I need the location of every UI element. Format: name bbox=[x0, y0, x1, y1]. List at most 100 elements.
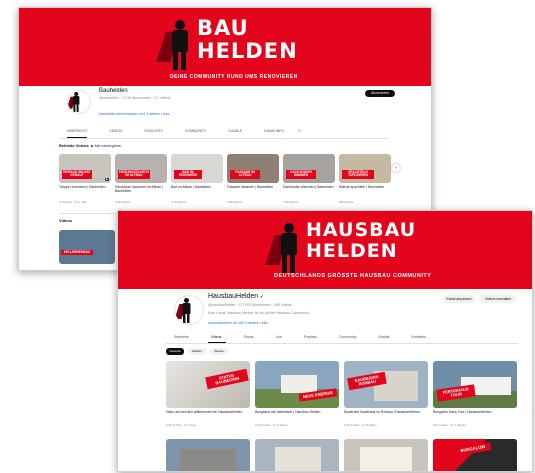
tab-shorts[interactable]: Shorts bbox=[243, 335, 253, 339]
superhero-logo-icon bbox=[265, 223, 302, 275]
channel-meta: @bauhelden · 12,3K Abonnenten · 2,1 Vide… bbox=[99, 96, 171, 100]
video-thumbnail[interactable]: BAD IM EIGENHEIM bbox=[171, 154, 223, 183]
banner-logo-line1: HAUSBAU bbox=[306, 219, 417, 241]
tab-videos[interactable]: Videos bbox=[211, 335, 222, 339]
video-thumbnail[interactable]: EINFACH SELBST GEBAUT ▶ bbox=[59, 154, 111, 183]
video-title[interactable]: Heizkörper tauschen im Altbau | Bauhelde… bbox=[115, 185, 167, 194]
banner-logo-line2: HELDEN bbox=[306, 240, 398, 262]
verified-icon: ✔ bbox=[260, 294, 264, 299]
video-meta: 980 Aufrufe bbox=[339, 200, 354, 204]
house-shape bbox=[180, 449, 236, 471]
thumbnail-tag: SPACHTELN TAPEZIEREN bbox=[342, 170, 374, 179]
thumbnail-tag: HEIZUNGSTAUSCH IM ALTBAU bbox=[118, 170, 150, 179]
tab-videos[interactable]: VIDEOS bbox=[109, 129, 122, 133]
video-thumbnail[interactable] bbox=[255, 439, 339, 471]
thumbnail-tag: EINFACH SELBST GEBAUT bbox=[62, 170, 92, 179]
tabs-divider bbox=[59, 138, 389, 139]
filter-chip-oldest[interactable]: Älteste bbox=[210, 348, 228, 355]
house-shape bbox=[360, 447, 412, 471]
play-all-link[interactable]: ▶ Alle wiedergeben bbox=[91, 144, 121, 148]
tab-community[interactable]: Community bbox=[339, 335, 357, 339]
thumbnail-tag: FASSADE IM ALTBAU bbox=[230, 170, 260, 179]
video-meta: 4,2K Aufrufe · vor 5 Tagen bbox=[344, 423, 377, 427]
video-meta: 3,1K Aufrufe · vor 3 Tagen bbox=[255, 423, 288, 427]
customize-channel-button[interactable]: Kanal anpassen bbox=[443, 295, 475, 303]
video-thumbnail[interactable]: SPACHTELN TAPEZIEREN bbox=[339, 154, 391, 183]
superhero-logo-icon bbox=[156, 20, 193, 72]
tab-channels[interactable]: Kanäle bbox=[379, 335, 390, 339]
channel-meta: @hausbauhelden · 177.000 Abonnenten · 39… bbox=[208, 303, 292, 307]
tab-channels[interactable]: KANÄLE bbox=[228, 129, 242, 133]
tab-live[interactable]: Live bbox=[276, 335, 282, 339]
play-all-label: Alle wiedergeben bbox=[94, 144, 122, 148]
video-thumbnail[interactable]: DACH BODEN DÄMMEN bbox=[283, 154, 335, 183]
tab-playlists[interactable]: Playlists bbox=[304, 335, 317, 339]
video-meta: 6,5K Aufrufe · vor 1 Tag bbox=[166, 423, 196, 427]
tab-home[interactable]: Startseite bbox=[174, 335, 189, 339]
video-meta: 2,1K Aufrufe bbox=[171, 200, 187, 204]
avatar-hero-icon bbox=[175, 298, 193, 324]
search-icon[interactable]: ⚲ bbox=[298, 129, 301, 133]
video-title[interactable]: Hallo und herzlich willkommen bei Hausba… bbox=[166, 410, 250, 414]
house-shape bbox=[281, 375, 317, 393]
video-thumbnail[interactable]: KELLERNEUBAU bbox=[59, 230, 115, 264]
video-meta: 41 Aufrufe · vor 1 Jahr bbox=[59, 200, 87, 204]
channel-avatar[interactable] bbox=[174, 295, 204, 325]
house-shape bbox=[275, 447, 321, 471]
video-thumbnail[interactable]: NEUE ENERGIE bbox=[255, 361, 339, 408]
banner-tagline: DEINE COMMUNITY RUND UMS RENOVIEREN bbox=[170, 74, 298, 80]
video-thumbnail[interactable]: STATUS BAUBEGINN bbox=[166, 361, 250, 408]
thumbnail-tag: DACH BODEN DÄMMEN bbox=[286, 170, 316, 179]
video-meta: 3,8K Aufrufe bbox=[227, 200, 243, 204]
video-thumbnail[interactable] bbox=[344, 439, 428, 471]
video-title[interactable]: Bungalow Haus-Tour | HausbauHelden bbox=[433, 410, 517, 414]
video-title[interactable]: Dachboden dämmen | Bauhelden bbox=[283, 185, 335, 189]
manage-videos-button[interactable]: Videos verwalten bbox=[479, 295, 517, 303]
channel-tabs: Startseite Videos Shorts Live Playlists … bbox=[174, 335, 426, 339]
channel-link[interactable]: hausbauhelden.de und 3 weitere Links bbox=[208, 321, 268, 325]
tab-playlists[interactable]: PLAYLISTS bbox=[144, 129, 162, 133]
video-thumbnail[interactable]: BAUBEGINN ROHBAU bbox=[344, 361, 428, 408]
video-thumbnail[interactable]: BUNGALOW bbox=[433, 439, 517, 471]
front-channel-screenshot: HAUSBAU HELDEN DEUTSCHLANDS GRÖSSTE HAUS… bbox=[117, 210, 533, 472]
thumbnail-tag: BAD IM EIGENHEIM bbox=[174, 170, 202, 179]
active-tab-indicator bbox=[208, 342, 226, 343]
banner-logo-line2: HELDEN bbox=[197, 39, 298, 63]
channel-avatar[interactable] bbox=[67, 90, 91, 114]
banner-logo-line1: BAU bbox=[197, 16, 249, 40]
active-tab-indicator bbox=[67, 137, 87, 138]
video-thumbnail[interactable]: FERTIGHAUS TOUR bbox=[433, 361, 517, 408]
video-title[interactable]: Treppe renovieren | Bauhelden bbox=[59, 185, 111, 189]
tab-about[interactable]: KANALINFO bbox=[264, 129, 284, 133]
video-title[interactable]: Wände spachteln | Bauhelden bbox=[339, 185, 391, 189]
thumbnail-tag: KELLERNEUBAU bbox=[61, 250, 93, 256]
video-thumbnail[interactable]: FASSADE IM ALTBAU bbox=[227, 154, 279, 183]
avatar-hero-icon bbox=[68, 92, 81, 113]
section-title-popular: Beliebte Videos bbox=[59, 143, 89, 148]
video-thumbnail[interactable]: HEIZUNGSTAUSCH IM ALTBAU bbox=[115, 154, 167, 183]
channel-link[interactable]: bauhelden.de/mitmachen und 3 weitere Lin… bbox=[99, 112, 169, 116]
tab-about[interactable]: Kanalinfo bbox=[411, 335, 426, 339]
video-meta: 5,4K Aufrufe bbox=[115, 200, 131, 204]
tab-overview[interactable]: ÜBERSICHT bbox=[67, 129, 87, 133]
filter-chip-popular[interactable]: Beliebt bbox=[188, 348, 206, 355]
video-title[interactable]: Bad im Altbau | Bauhelden bbox=[171, 185, 223, 189]
filter-chip-newest[interactable]: Neueste bbox=[166, 348, 184, 355]
banner-tagline: DEUTSCHLANDS GRÖSSTE HAUSBAU COMMUNITY bbox=[274, 273, 432, 279]
channel-banner: HAUSBAU HELDEN DEUTSCHLANDS GRÖSSTE HAUS… bbox=[118, 211, 532, 289]
video-title[interactable]: Fassade dämmen | Bauhelden bbox=[227, 185, 279, 189]
channel-description[interactable]: Euer Kanal 'Hausbau Helden' ist die größ… bbox=[208, 311, 311, 315]
video-thumbnail[interactable] bbox=[166, 439, 250, 471]
duration-badge: ▶ bbox=[105, 178, 109, 181]
channel-name: HausbauHelden ✔ bbox=[208, 293, 264, 300]
video-title[interactable]: Bungalow mit Satteldach | Hausbau Helden bbox=[255, 410, 339, 414]
tabs-divider bbox=[166, 343, 518, 344]
channel-name: Bauhelden bbox=[99, 88, 128, 94]
section-title-videos: Videos bbox=[59, 218, 73, 223]
subscribe-button[interactable]: Abonnieren bbox=[365, 90, 395, 97]
tab-community[interactable]: COMMUNITY bbox=[185, 129, 207, 133]
chevron-right-icon[interactable]: › bbox=[392, 164, 400, 172]
video-meta: 12K Aufrufe · vor 1 Woche bbox=[433, 423, 466, 427]
video-title[interactable]: Modernes Stadthaus im Rohbau | HausbauHe… bbox=[344, 410, 428, 414]
channel-name-text: HausbauHelden bbox=[208, 293, 259, 300]
